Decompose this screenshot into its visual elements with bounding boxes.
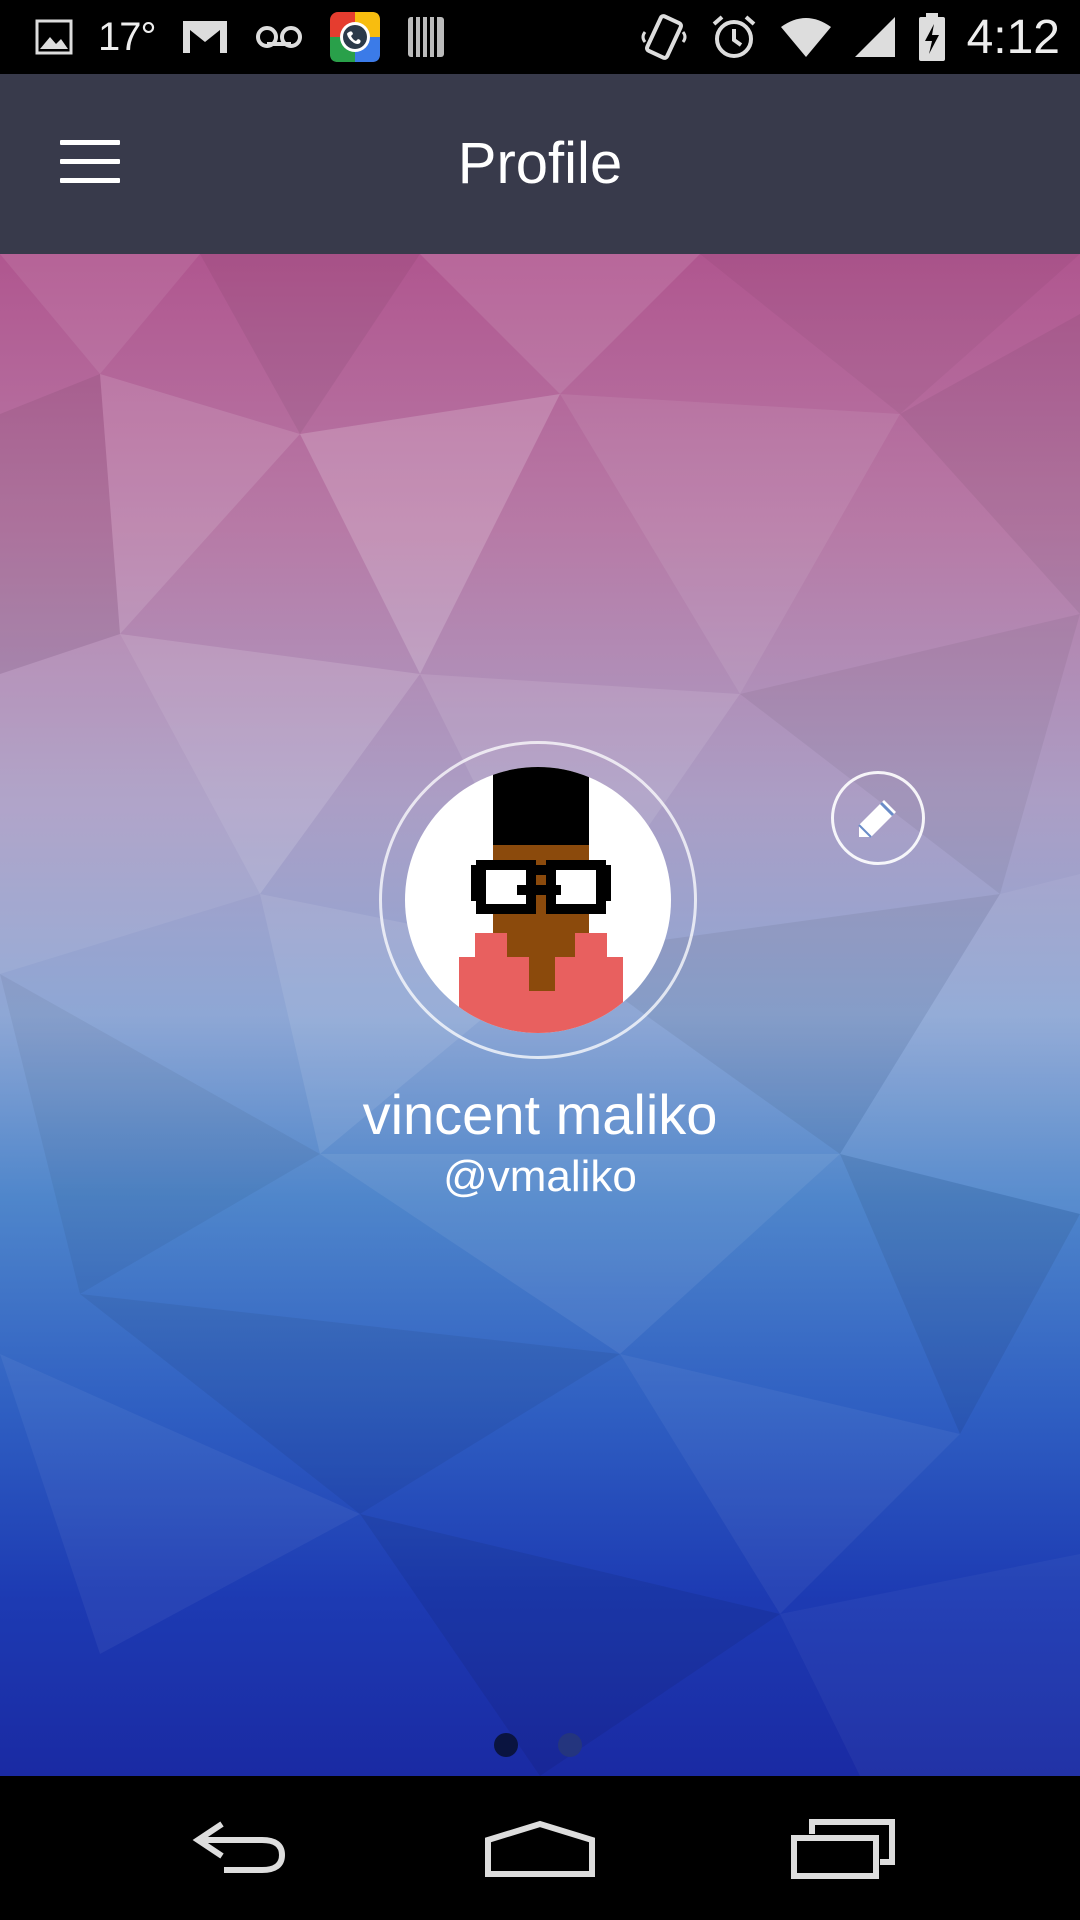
app-bar: Profile [0, 74, 1080, 254]
temperature-text: 17° [98, 14, 156, 59]
image-icon [34, 17, 74, 57]
back-icon [192, 1821, 286, 1873]
clock-time: 4:12 [966, 10, 1060, 64]
profile-name: vincent maliko [362, 1083, 718, 1146]
vibrate-icon [639, 12, 689, 62]
back-button[interactable] [140, 1776, 340, 1920]
profile-handle: @vmaliko [443, 1152, 637, 1201]
status-bar-notifications: 17° [34, 0, 446, 74]
edit-profile-button[interactable] [831, 771, 925, 865]
home-icon [485, 1820, 595, 1877]
page-dot-inactive[interactable] [558, 1733, 582, 1757]
recents-button[interactable] [740, 1776, 940, 1920]
status-bar-system: 4:12 [639, 0, 1060, 74]
status-bar: 17° 4:12 [0, 0, 1080, 74]
voicemail-icon [254, 22, 304, 52]
battery-charging-icon [917, 12, 947, 62]
recents-icon [791, 1819, 895, 1879]
hangouts-icon [328, 10, 382, 64]
page-indicator [494, 1733, 594, 1757]
pencil-icon [858, 800, 896, 838]
home-button[interactable] [440, 1776, 640, 1920]
navigation-bar [0, 1776, 1080, 1920]
signal-icon [853, 15, 897, 59]
pixel-avatar-image [459, 767, 623, 1033]
avatar[interactable] [405, 767, 671, 1033]
wifi-icon [779, 15, 833, 59]
gmail-icon [180, 18, 230, 56]
page-title: Profile [457, 131, 623, 196]
alarm-icon [709, 12, 759, 62]
barcode-icon [406, 15, 446, 59]
page-dot-active[interactable] [494, 1733, 518, 1757]
